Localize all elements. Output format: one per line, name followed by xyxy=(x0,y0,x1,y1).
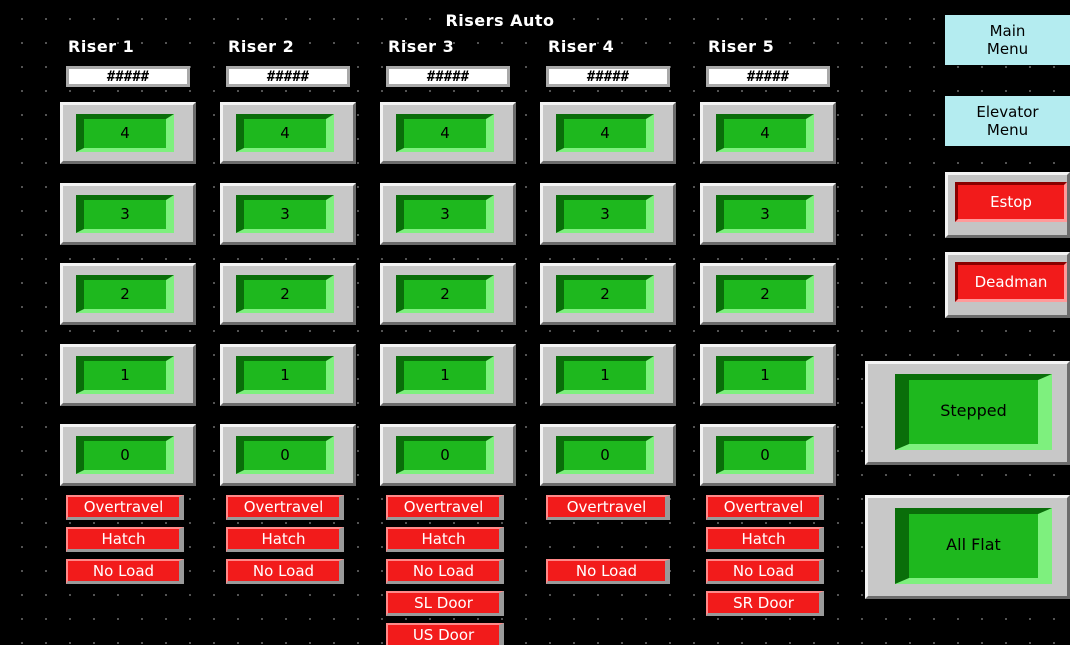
level-label: 4 xyxy=(396,114,494,152)
riser-position-readout: ##### xyxy=(546,66,670,87)
level-label: 2 xyxy=(236,275,334,313)
riser-position-readout: ##### xyxy=(386,66,510,87)
all-flat-mode-button[interactable]: All Flat xyxy=(865,495,1070,599)
level-label: 1 xyxy=(76,356,174,394)
riser-column: Riser 5 ##### 4 3 2 1 0 Overtravel Hatch… xyxy=(700,0,856,645)
level-0-button[interactable]: 0 xyxy=(60,424,196,486)
overtravel-alarm: Overtravel xyxy=(386,495,504,520)
level-4-button[interactable]: 4 xyxy=(220,102,356,164)
overtravel-alarm: Overtravel xyxy=(546,495,670,520)
level-2-button[interactable]: 2 xyxy=(220,263,356,325)
level-3-button[interactable]: 3 xyxy=(380,183,516,245)
level-label: 3 xyxy=(396,195,494,233)
estop-button[interactable]: Estop xyxy=(945,172,1070,238)
level-label: 2 xyxy=(396,275,494,313)
level-2-button[interactable]: 2 xyxy=(380,263,516,325)
level-1-button[interactable]: 1 xyxy=(220,344,356,406)
level-label: 4 xyxy=(76,114,174,152)
overtravel-alarm: Overtravel xyxy=(226,495,344,520)
level-label: 3 xyxy=(236,195,334,233)
us-door-alarm: US Door xyxy=(386,623,504,645)
stepped-label: Stepped xyxy=(895,374,1052,450)
riser-title: Riser 4 xyxy=(548,37,615,56)
level-label: 4 xyxy=(236,114,334,152)
hatch-alarm: Hatch xyxy=(66,527,184,552)
level-3-button[interactable]: 3 xyxy=(220,183,356,245)
level-4-button[interactable]: 4 xyxy=(540,102,676,164)
hatch-alarm: Hatch xyxy=(386,527,504,552)
level-label: 3 xyxy=(76,195,174,233)
deadman-label: Deadman xyxy=(955,262,1067,302)
riser-title: Riser 3 xyxy=(388,37,455,56)
level-3-button[interactable]: 3 xyxy=(540,183,676,245)
no-load-alarm: No Load xyxy=(706,559,824,584)
level-4-button[interactable]: 4 xyxy=(700,102,836,164)
level-0-button[interactable]: 0 xyxy=(380,424,516,486)
level-1-button[interactable]: 1 xyxy=(700,344,836,406)
level-label: 0 xyxy=(76,436,174,474)
level-label: 2 xyxy=(716,275,814,313)
riser-column: Riser 2 ##### 4 3 2 1 0 Overtravel Hatch… xyxy=(220,0,376,645)
level-3-button[interactable]: 3 xyxy=(60,183,196,245)
hatch-alarm: Hatch xyxy=(226,527,344,552)
level-label: 0 xyxy=(716,436,814,474)
level-label: 0 xyxy=(396,436,494,474)
no-load-alarm: No Load xyxy=(386,559,504,584)
level-label: 1 xyxy=(236,356,334,394)
elevator-menu-label: Elevator Menu xyxy=(976,103,1039,139)
riser-position-readout: ##### xyxy=(66,66,190,87)
level-label: 3 xyxy=(556,195,654,233)
overtravel-alarm: Overtravel xyxy=(706,495,824,520)
level-4-button[interactable]: 4 xyxy=(380,102,516,164)
deadman-button[interactable]: Deadman xyxy=(945,252,1070,318)
no-load-alarm: No Load xyxy=(66,559,184,584)
riser-title: Riser 1 xyxy=(68,37,135,56)
no-load-alarm: No Load xyxy=(226,559,344,584)
level-label: 2 xyxy=(76,275,174,313)
estop-label: Estop xyxy=(955,182,1067,222)
level-1-button[interactable]: 1 xyxy=(60,344,196,406)
level-2-button[interactable]: 2 xyxy=(540,263,676,325)
level-4-button[interactable]: 4 xyxy=(60,102,196,164)
riser-column: Riser 4 ##### 4 3 2 1 0 Overtravel No Lo… xyxy=(540,0,696,645)
level-2-button[interactable]: 2 xyxy=(700,263,836,325)
level-label: 1 xyxy=(556,356,654,394)
sl-door-alarm: SL Door xyxy=(386,591,504,616)
level-label: 1 xyxy=(716,356,814,394)
level-label: 0 xyxy=(556,436,654,474)
main-menu-label: Main Menu xyxy=(986,22,1029,58)
riser-title: Riser 5 xyxy=(708,37,775,56)
level-label: 4 xyxy=(556,114,654,152)
level-0-button[interactable]: 0 xyxy=(700,424,836,486)
level-label: 4 xyxy=(716,114,814,152)
hatch-alarm: Hatch xyxy=(706,527,824,552)
riser-position-readout: ##### xyxy=(226,66,350,87)
level-1-button[interactable]: 1 xyxy=(540,344,676,406)
all-flat-label: All Flat xyxy=(895,508,1052,584)
level-0-button[interactable]: 0 xyxy=(220,424,356,486)
level-label: 3 xyxy=(716,195,814,233)
level-0-button[interactable]: 0 xyxy=(540,424,676,486)
level-label: 2 xyxy=(556,275,654,313)
riser-column: Riser 1 ##### 4 3 2 1 0 Overtravel Hatch… xyxy=(60,0,216,645)
level-2-button[interactable]: 2 xyxy=(60,263,196,325)
riser-column: Riser 3 ##### 4 3 2 1 0 Overtravel Hatch… xyxy=(380,0,536,645)
overtravel-alarm: Overtravel xyxy=(66,495,184,520)
level-label: 0 xyxy=(236,436,334,474)
riser-position-readout: ##### xyxy=(706,66,830,87)
sr-door-alarm: SR Door xyxy=(706,591,824,616)
riser-title: Riser 2 xyxy=(228,37,295,56)
no-load-alarm: No Load xyxy=(546,559,670,584)
elevator-menu-button[interactable]: Elevator Menu xyxy=(945,96,1070,146)
level-3-button[interactable]: 3 xyxy=(700,183,836,245)
stepped-mode-button[interactable]: Stepped xyxy=(865,361,1070,465)
main-menu-button[interactable]: Main Menu xyxy=(945,15,1070,65)
level-label: 1 xyxy=(396,356,494,394)
level-1-button[interactable]: 1 xyxy=(380,344,516,406)
